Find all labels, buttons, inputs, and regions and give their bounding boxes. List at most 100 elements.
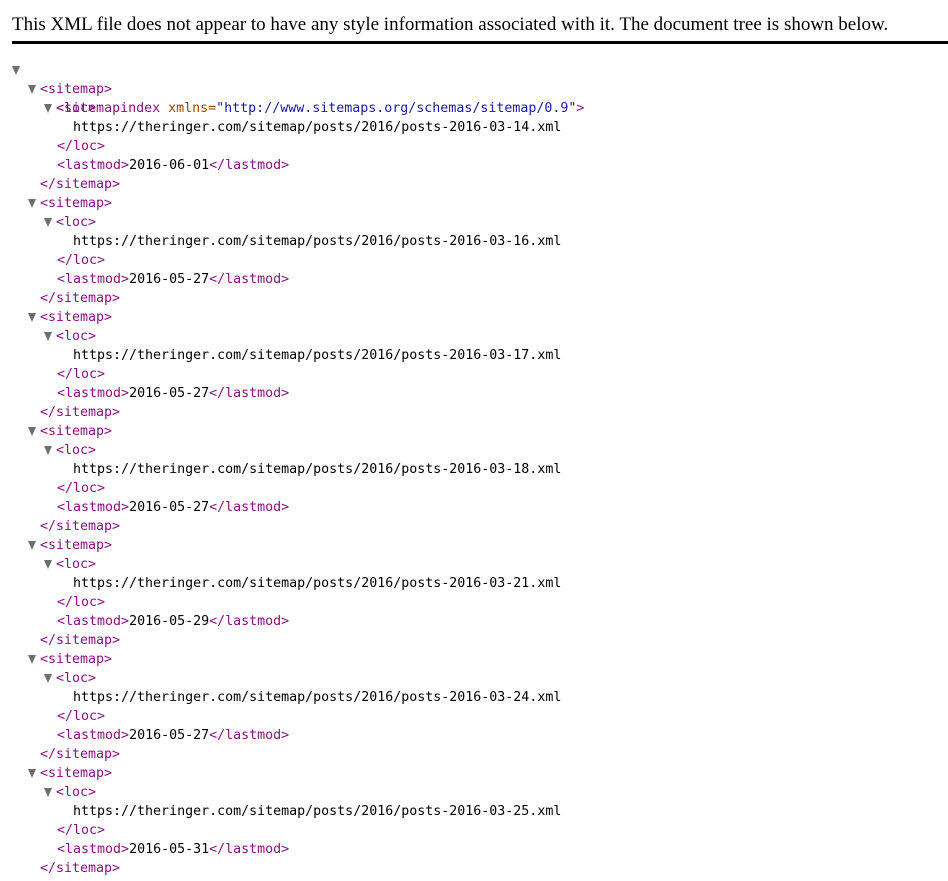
xml-document-tree: <sitemapindex xmlns="http://www.sitemaps… — [0, 61, 584, 876]
sitemap-open-line: <sitemap> — [28, 308, 112, 327]
collapse-triangle-icon[interactable] — [44, 332, 52, 341]
loc-close-line: </loc> — [57, 593, 105, 612]
loc-open-line: <loc> — [44, 213, 96, 232]
sitemap-close-line: </sitemap> — [40, 289, 120, 308]
collapse-triangle-icon[interactable] — [28, 541, 36, 550]
sitemap-loc-url: https://theringer.com/sitemap/posts/2016… — [73, 804, 562, 819]
collapse-triangle-icon[interactable] — [44, 560, 52, 569]
lastmod-close-tag: </lastmod> — [209, 842, 290, 857]
sitemap-lastmod-date: 2016-05-27 — [129, 728, 210, 743]
sitemapindex-open-tag-end: > — [576, 101, 585, 116]
loc-text-line: https://theringer.com/sitemap/posts/2016… — [73, 118, 561, 137]
collapse-triangle-icon[interactable] — [12, 66, 20, 75]
lastmod-line: <lastmod>2016-06-01</lastmod> — [57, 156, 289, 175]
loc-open-tag: <loc> — [56, 215, 97, 230]
collapse-triangle-icon[interactable] — [44, 218, 52, 227]
sitemap-open-line: <sitemap> — [28, 422, 112, 441]
lastmod-open-tag: <lastmod> — [57, 614, 130, 629]
loc-text-line: https://theringer.com/sitemap/posts/2016… — [73, 574, 561, 593]
sitemap-open-line: <sitemap> — [28, 764, 112, 783]
loc-open-line: <loc> — [44, 327, 96, 346]
loc-open-line: <loc> — [44, 669, 96, 688]
sitemap-close-line: </sitemap> — [40, 517, 120, 536]
xmlns-attribute-value: "http://www.sitemaps.org/schemas/sitemap… — [216, 101, 577, 116]
sitemap-close-line: </sitemap> — [40, 403, 120, 422]
loc-open-line: <loc> — [44, 783, 96, 802]
sitemap-loc-url: https://theringer.com/sitemap/posts/2016… — [73, 576, 562, 591]
lastmod-open-tag: <lastmod> — [57, 272, 130, 287]
sitemap-close-tag: </sitemap> — [40, 747, 121, 762]
lastmod-line: <lastmod>2016-05-27</lastmod> — [57, 384, 289, 403]
sitemap-close-tag: </sitemap> — [40, 633, 121, 648]
loc-close-line: </loc> — [57, 479, 105, 498]
lastmod-open-tag: <lastmod> — [57, 728, 130, 743]
collapse-triangle-icon[interactable] — [44, 788, 52, 797]
sitemap-open-tag: <sitemap> — [40, 766, 113, 781]
sitemap-lastmod-date: 2016-05-31 — [129, 842, 210, 857]
sitemap-open-tag: <sitemap> — [40, 652, 113, 667]
lastmod-open-tag: <lastmod> — [57, 500, 130, 515]
sitemap-open-tag: <sitemap> — [40, 538, 113, 553]
sitemap-close-tag: </sitemap> — [40, 861, 121, 876]
lastmod-open-tag: <lastmod> — [57, 158, 130, 173]
xml-style-info-message: This XML file does not appear to have an… — [12, 13, 948, 44]
collapse-triangle-icon[interactable] — [28, 655, 36, 664]
loc-close-tag: </loc> — [57, 823, 106, 838]
loc-close-line: </loc> — [57, 251, 105, 270]
sitemap-lastmod-date: 2016-05-27 — [129, 272, 210, 287]
loc-close-tag: </loc> — [57, 709, 106, 724]
sitemap-open-tag: <sitemap> — [40, 196, 113, 211]
loc-open-line: <loc> — [44, 441, 96, 460]
lastmod-line: <lastmod>2016-05-27</lastmod> — [57, 270, 289, 289]
loc-open-tag: <loc> — [56, 785, 97, 800]
collapse-triangle-icon[interactable] — [28, 427, 36, 436]
loc-open-line: <loc> — [44, 99, 96, 118]
sitemapindex-open-line: <sitemapindex xmlns="http://www.sitemaps… — [12, 61, 584, 116]
sitemap-lastmod-date: 2016-06-01 — [129, 158, 210, 173]
sitemap-open-tag: <sitemap> — [40, 82, 113, 97]
loc-text-line: https://theringer.com/sitemap/posts/2016… — [73, 460, 561, 479]
loc-text-line: https://theringer.com/sitemap/posts/2016… — [73, 688, 561, 707]
lastmod-close-tag: </lastmod> — [209, 158, 290, 173]
loc-close-tag: </loc> — [57, 253, 106, 268]
sitemap-close-line: </sitemap> — [40, 631, 120, 650]
lastmod-open-tag: <lastmod> — [57, 842, 130, 857]
loc-close-tag: </loc> — [57, 595, 106, 610]
collapse-triangle-icon[interactable] — [44, 674, 52, 683]
loc-close-line: </loc> — [57, 821, 105, 840]
loc-close-line: </loc> — [57, 365, 105, 384]
collapse-triangle-icon[interactable] — [44, 104, 52, 113]
lastmod-close-tag: </lastmod> — [209, 500, 290, 515]
sitemap-open-tag: <sitemap> — [40, 310, 113, 325]
lastmod-close-tag: </lastmod> — [209, 272, 290, 287]
loc-text-line: https://theringer.com/sitemap/posts/2016… — [73, 346, 561, 365]
sitemap-loc-url: https://theringer.com/sitemap/posts/2016… — [73, 120, 562, 135]
loc-open-tag: <loc> — [56, 671, 97, 686]
xmlns-attribute-name: xmlns= — [160, 101, 217, 116]
lastmod-line: <lastmod>2016-05-31</lastmod> — [57, 840, 289, 859]
loc-open-tag: <loc> — [56, 329, 97, 344]
sitemap-close-tag: </sitemap> — [40, 519, 121, 534]
loc-close-tag: </loc> — [57, 481, 106, 496]
sitemap-loc-url: https://theringer.com/sitemap/posts/2016… — [73, 462, 562, 477]
collapse-triangle-icon[interactable] — [28, 313, 36, 322]
sitemap-close-tag: </sitemap> — [40, 291, 121, 306]
collapse-triangle-icon[interactable] — [44, 446, 52, 455]
lastmod-close-tag: </lastmod> — [209, 728, 290, 743]
sitemap-loc-url: https://theringer.com/sitemap/posts/2016… — [73, 348, 562, 363]
collapse-triangle-icon[interactable] — [28, 769, 36, 778]
sitemap-lastmod-date: 2016-05-27 — [129, 386, 210, 401]
collapse-triangle-icon[interactable] — [28, 199, 36, 208]
lastmod-line: <lastmod>2016-05-27</lastmod> — [57, 726, 289, 745]
sitemap-open-line: <sitemap> — [28, 650, 112, 669]
sitemap-lastmod-date: 2016-05-29 — [129, 614, 210, 629]
sitemap-loc-url: https://theringer.com/sitemap/posts/2016… — [73, 690, 562, 705]
collapse-triangle-icon[interactable] — [28, 85, 36, 94]
sitemap-close-line: </sitemap> — [40, 175, 120, 194]
sitemap-lastmod-date: 2016-05-27 — [129, 500, 210, 515]
lastmod-line: <lastmod>2016-05-29</lastmod> — [57, 612, 289, 631]
sitemap-open-tag: <sitemap> — [40, 424, 113, 439]
sitemap-open-line: <sitemap> — [28, 194, 112, 213]
loc-open-tag: <loc> — [56, 557, 97, 572]
lastmod-close-tag: </lastmod> — [209, 614, 290, 629]
